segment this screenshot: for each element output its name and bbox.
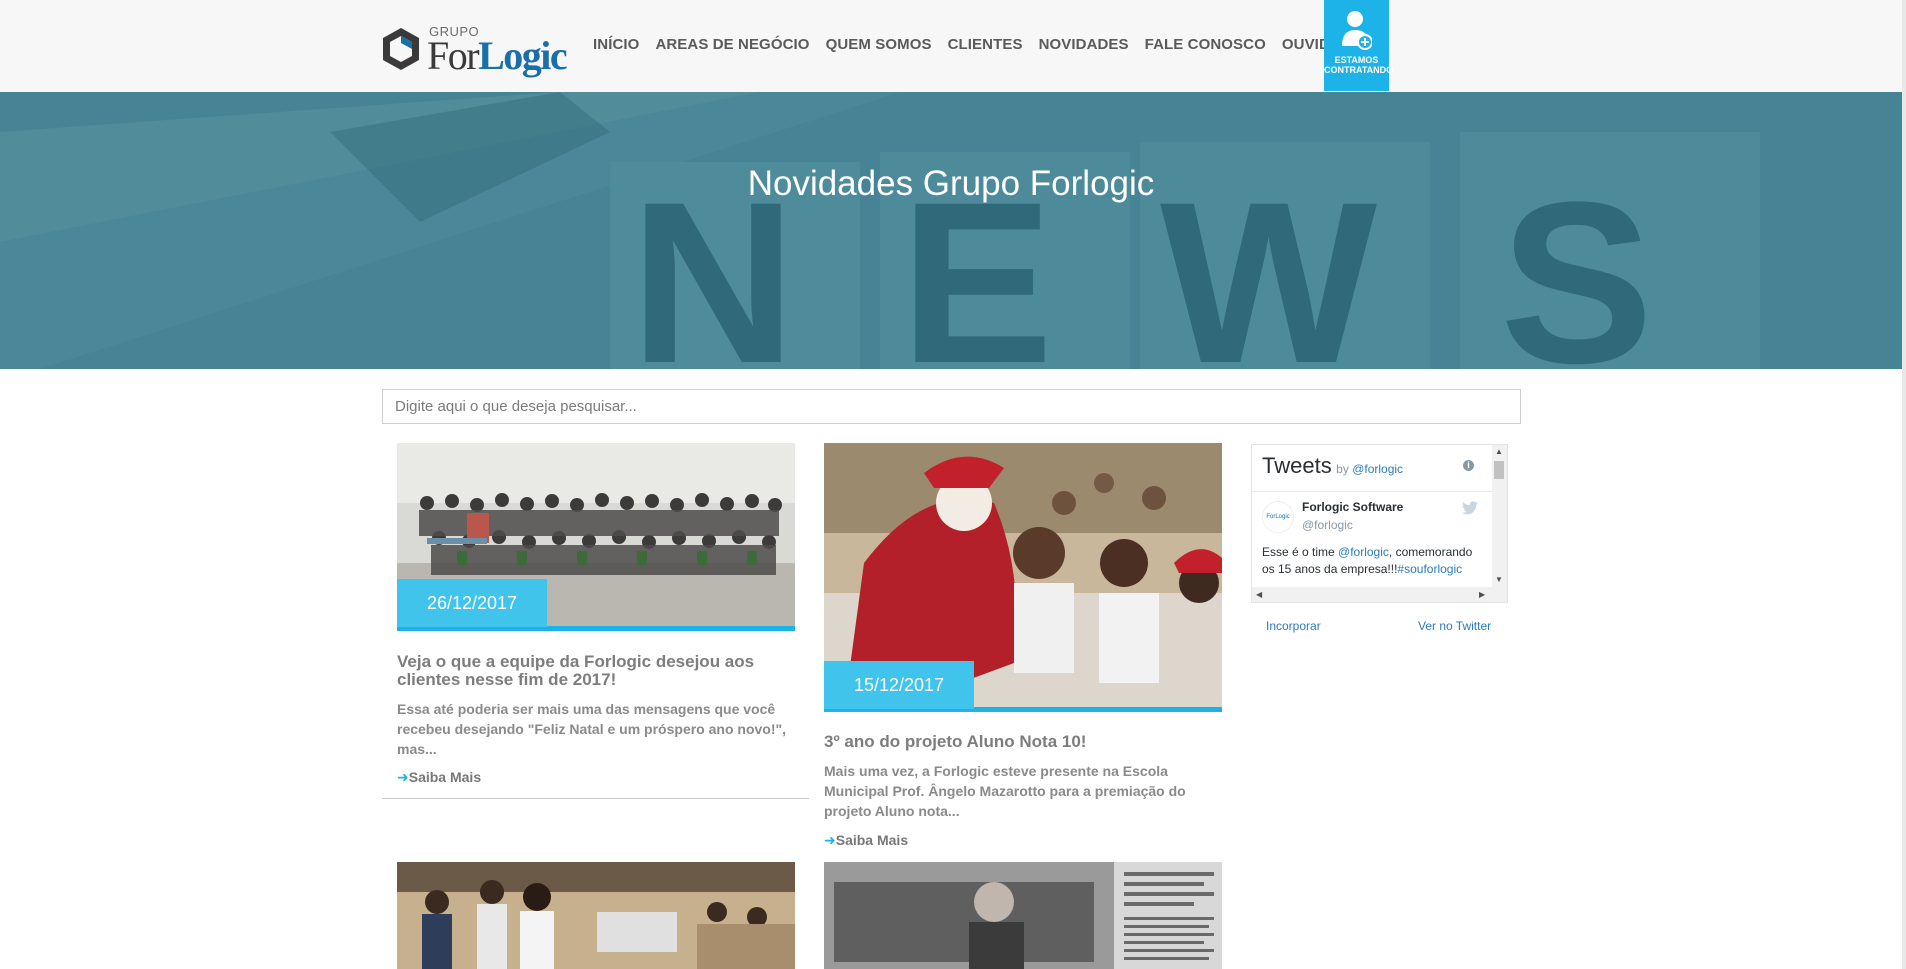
hero-banner: N E W S Novidades Grupo Forlogic — [0, 92, 1902, 369]
twitter-account-name[interactable]: Forlogic Software — [1302, 500, 1403, 514]
tweet-mention-link[interactable]: @forlogic — [1338, 545, 1389, 559]
forlogic-logo[interactable]: GRUPO ForLogic — [381, 22, 571, 78]
nav-quem-somos[interactable]: QUEM SOMOS — [818, 36, 940, 53]
arrow-right-icon: ➜ — [397, 769, 409, 785]
scroll-up-icon[interactable]: ▲ — [1495, 447, 1503, 456]
twitter-by-handle-link[interactable]: @forlogic — [1352, 462, 1403, 476]
nav-clientes[interactable]: CLIENTES — [940, 36, 1031, 53]
twitter-timeline-widget[interactable]: Tweets by @forlogic i ForLogic Forlogic … — [1251, 444, 1508, 603]
twitter-title: Tweets — [1262, 453, 1332, 478]
post-excerpt: Essa até poderia ser mais uma das mensag… — [397, 701, 787, 757]
main-nav: INÍCIO AREAS DE NEGÓCIO QUEM SOMOS CLIEN… — [585, 36, 1376, 53]
post-title[interactable]: 3º ano do projeto Aluno Nota 10! — [824, 733, 1224, 751]
nav-areas-de-negocio[interactable]: AREAS DE NEGÓCIO — [647, 36, 817, 53]
hiring-label: ESTAMOS CONTRATANDO — [1324, 55, 1394, 75]
nav-novidades[interactable]: NOVIDADES — [1031, 36, 1137, 53]
hexagon-logo-icon — [383, 28, 419, 70]
post-card[interactable] — [397, 862, 795, 969]
post-date-badge: 26/12/2017 — [397, 579, 547, 627]
scroll-right-icon[interactable]: ▶ — [1479, 590, 1485, 599]
scroll-down-icon[interactable]: ▼ — [1495, 575, 1503, 584]
news-background-image: N E W S — [0, 92, 1902, 369]
post-image[interactable] — [824, 862, 1222, 969]
read-more-label: Saiba Mais — [835, 832, 909, 848]
arrow-right-icon: ➜ — [824, 832, 836, 848]
read-more-link[interactable]: ➜Saiba Mais — [397, 769, 481, 786]
post-excerpt: Mais uma vez, a Forlogic esteve presente… — [824, 763, 1186, 819]
logo-for-text: For — [427, 33, 480, 78]
twitter-horizontal-scrollbar[interactable]: ◀ ▶ — [1252, 587, 1507, 602]
twitter-by-label: by — [1336, 462, 1349, 476]
post-card[interactable]: 26/12/2017 Veja o que a equipe da Forlog… — [397, 443, 797, 793]
post-image[interactable] — [397, 862, 795, 969]
read-more-label: Saiba Mais — [408, 769, 482, 785]
post-date-badge: 15/12/2017 — [824, 661, 974, 709]
scroll-left-icon[interactable]: ◀ — [1256, 590, 1262, 599]
twitter-scroll-thumb[interactable] — [1494, 461, 1504, 479]
post-card[interactable] — [824, 862, 1222, 969]
add-user-icon — [1342, 11, 1372, 50]
tweet-text: Esse é o time @forlogic, comemorando os … — [1262, 544, 1487, 578]
logo-brand-text: ForLogic — [427, 32, 568, 79]
hiring-label-line2: CONTRATANDO — [1324, 65, 1394, 75]
twitter-vertical-scrollbar[interactable]: ▲ ▼ — [1492, 445, 1507, 587]
top-navbar: GRUPO ForLogic INÍCIO AREAS DE NEGÓCIO Q… — [0, 0, 1906, 92]
page-title: Novidades Grupo Forlogic — [747, 164, 1155, 203]
nav-inicio[interactable]: INÍCIO — [585, 36, 647, 53]
twitter-embed-link[interactable]: Incorporar — [1266, 619, 1321, 633]
page-scrollbar[interactable] — [1902, 0, 1906, 969]
info-icon[interactable]: i — [1463, 460, 1474, 471]
tweet-hashtag-link[interactable]: #souforlogic — [1397, 562, 1462, 576]
post-title[interactable]: Veja o que a equipe da Forlogic desejou … — [397, 653, 797, 689]
tweet-text-pre: Esse é o time — [1262, 545, 1339, 559]
logo-logic-text: Logic — [478, 33, 568, 78]
hiring-label-line1: ESTAMOS — [1334, 55, 1379, 65]
newspaper-photo — [824, 862, 1222, 969]
post-divider — [382, 798, 809, 799]
twitter-header: Tweets by @forlogic — [1262, 453, 1403, 479]
search-input[interactable] — [382, 389, 1521, 424]
post-card[interactable]: 15/12/2017 3º ano do projeto Aluno Nota … — [824, 443, 1224, 853]
twitter-by: by @forlogic — [1336, 462, 1403, 476]
twitter-separator — [1252, 491, 1492, 492]
twitter-view-link[interactable]: Ver no Twitter — [1418, 619, 1491, 633]
avatar[interactable]: ForLogic — [1262, 501, 1294, 533]
twitter-account-handle[interactable]: @forlogic — [1302, 518, 1353, 532]
read-more-link[interactable]: ➜Saiba Mais — [824, 832, 908, 849]
twitter-bird-icon[interactable] — [1462, 501, 1478, 515]
students-photo — [397, 862, 795, 969]
nav-fale-conosco[interactable]: FALE CONOSCO — [1137, 36, 1274, 53]
hiring-button[interactable]: ESTAMOS CONTRATANDO — [1324, 0, 1394, 91]
